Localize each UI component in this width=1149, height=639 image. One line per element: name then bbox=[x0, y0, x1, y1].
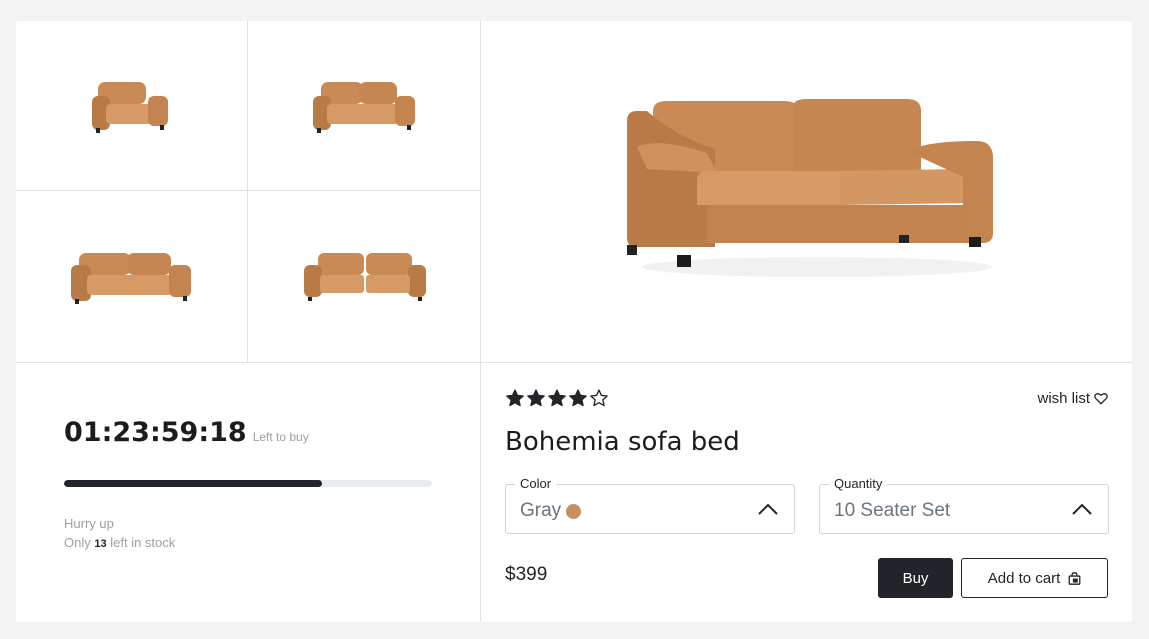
product-price: $399 bbox=[505, 564, 548, 585]
rating-stars bbox=[505, 388, 609, 408]
thumbnail-sofa-front[interactable] bbox=[248, 191, 481, 362]
chevron-up-icon bbox=[1072, 503, 1092, 515]
color-value: Gray bbox=[520, 500, 562, 521]
thumbnail-loveseat[interactable] bbox=[248, 21, 481, 191]
thumbnail-sofa-angle[interactable] bbox=[16, 191, 248, 362]
wishlist-button[interactable]: wish list bbox=[1037, 390, 1108, 407]
stock-line: Only 13 left in stock bbox=[64, 533, 175, 554]
main-product-image bbox=[481, 21, 1132, 362]
star-filled-icon[interactable] bbox=[526, 388, 546, 408]
add-to-cart-label: Add to cart bbox=[987, 569, 1061, 587]
thumbnail-armchair[interactable] bbox=[16, 21, 248, 191]
color-select[interactable]: Color Gray bbox=[505, 476, 795, 534]
divider-horizontal bbox=[16, 362, 1132, 363]
stock-progress-bar bbox=[64, 480, 432, 487]
product-card: 01:23:59:18 Left to buy Hurry up Only 13… bbox=[16, 21, 1132, 622]
quantity-select[interactable]: Quantity 10 Seater Set bbox=[819, 476, 1109, 534]
armchair-image bbox=[91, 81, 168, 133]
stock-count: 13 bbox=[94, 538, 107, 550]
sofa-front-image bbox=[303, 252, 426, 301]
color-swatch bbox=[566, 503, 582, 519]
stock-notice: Hurry up Only 13 left in stock bbox=[64, 514, 175, 554]
quantity-value: 10 Seater Set bbox=[834, 500, 951, 521]
hurry-text: Hurry up bbox=[64, 516, 114, 531]
star-empty-icon[interactable] bbox=[589, 388, 609, 408]
color-label: Color bbox=[515, 476, 557, 491]
star-filled-icon[interactable] bbox=[505, 388, 525, 408]
countdown-timer: 01:23:59:18 Left to buy bbox=[64, 417, 309, 448]
wishlist-label: wish list bbox=[1037, 390, 1090, 407]
thumbnail-grid bbox=[16, 21, 481, 362]
quantity-label: Quantity bbox=[829, 476, 888, 491]
star-filled-icon[interactable] bbox=[568, 388, 588, 408]
buy-button[interactable]: Buy bbox=[878, 558, 953, 598]
heart-icon bbox=[1094, 393, 1108, 405]
chevron-up-icon bbox=[758, 503, 778, 515]
color-value-wrap: Gray bbox=[520, 500, 582, 522]
loveseat-image bbox=[312, 81, 415, 133]
add-to-cart-button[interactable]: Add to cart bbox=[961, 558, 1108, 598]
product-title: Bohemia sofa bed bbox=[505, 427, 740, 457]
shopping-bag-icon bbox=[1068, 571, 1081, 585]
sofa-image bbox=[626, 98, 993, 277]
stock-progress-fill bbox=[64, 480, 322, 487]
sofa-angle-image bbox=[70, 252, 191, 304]
timer-caption: Left to buy bbox=[252, 430, 309, 444]
stock-prefix: Only bbox=[64, 535, 91, 550]
stock-suffix: left in stock bbox=[110, 535, 176, 550]
divider-vertical bbox=[480, 21, 481, 622]
star-filled-icon[interactable] bbox=[547, 388, 567, 408]
timer-value: 01:23:59:18 bbox=[64, 417, 247, 448]
